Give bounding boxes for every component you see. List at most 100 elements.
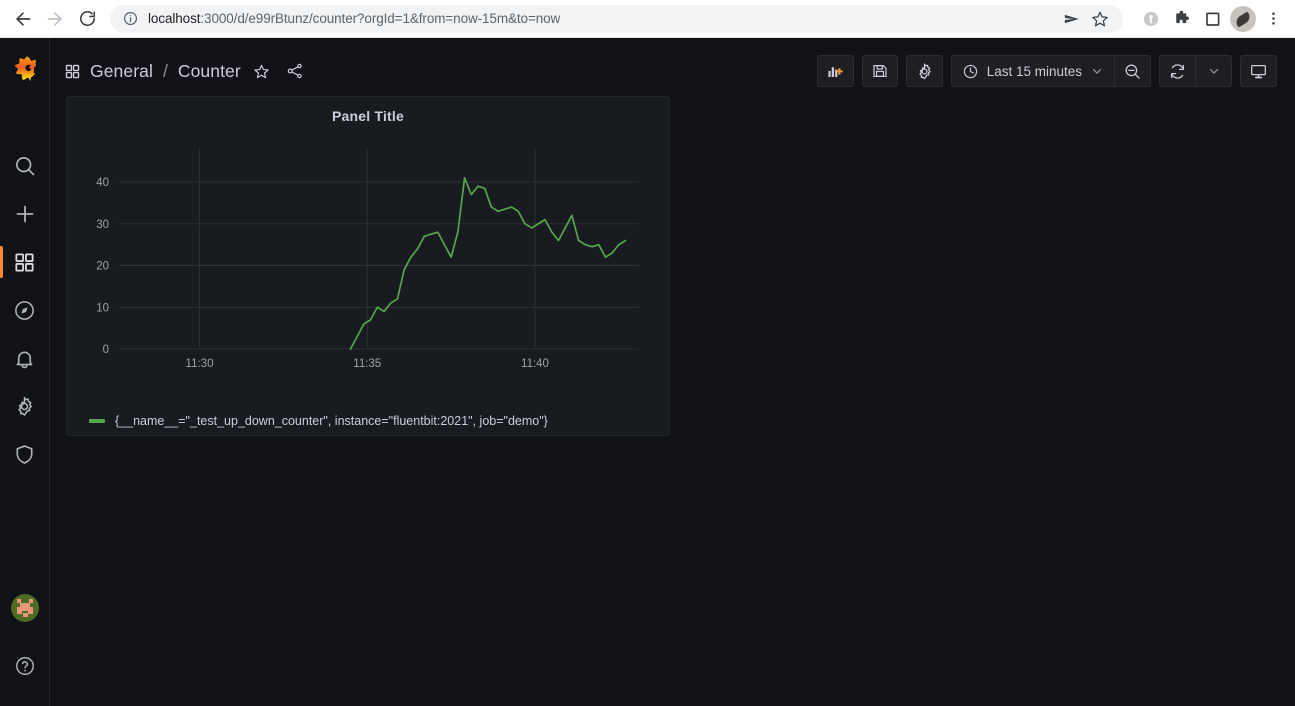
arrow-left-icon (16, 11, 31, 26)
chevron-down-glyph (1209, 68, 1218, 74)
save-floppy-icon (873, 65, 887, 78)
save-dashboard-button[interactable] (861, 55, 898, 87)
help-circle-icon (15, 657, 34, 675)
clock-glyph (963, 64, 977, 78)
x-axis-tick-labels: 11:30 11:35 11:40 (186, 358, 549, 370)
sidebar-item-help[interactable] (0, 642, 50, 690)
x-tick-label: 11:40 (521, 358, 549, 370)
sidebar-item-search[interactable] (0, 142, 50, 190)
time-series-plot[interactable]: 0 10 20 30 40 11:30 11:35 11:40 (67, 127, 671, 385)
address-bar[interactable]: localhost:3000/d/e99rBtunz/counter?orgId… (110, 4, 1123, 33)
legend-series-label[interactable]: {__name__="_test_up_down_counter", insta… (115, 414, 548, 428)
panel-plot-area[interactable]: 0 10 20 30 40 11:30 11:35 11:40 (67, 127, 669, 407)
sidebar-nav (0, 38, 50, 706)
grafana-logo-icon (14, 56, 36, 82)
url-host: localhost (148, 11, 201, 26)
search-icon (15, 157, 34, 176)
time-range-label: Last 15 minutes (986, 63, 1082, 79)
breadcrumb-folder[interactable]: General (90, 61, 153, 82)
site-info-icon[interactable] (120, 9, 140, 29)
share-dashboard-button[interactable] (283, 59, 307, 83)
y-axis-tick-labels: 0 10 20 30 40 (96, 177, 109, 356)
add-panel-button[interactable] (816, 55, 854, 87)
side-panel-button[interactable] (1199, 5, 1227, 33)
panel-legend[interactable]: {__name__="_test_up_down_counter", insta… (67, 407, 669, 435)
zoom-out-time-button[interactable] (1115, 55, 1151, 87)
extensions-button[interactable] (1168, 5, 1196, 33)
three-dot-menu-icon (1271, 12, 1275, 25)
star-outline-icon (254, 64, 269, 78)
side-panel-icon (1206, 12, 1220, 26)
legend-color-swatch (89, 419, 105, 423)
dashboard-canvas: Panel Title 0 10 20 30 40 11:30 11:35 11:40 {_… (50, 96, 1295, 706)
y-tick-label: 40 (96, 177, 109, 189)
user-avatar[interactable] (10, 594, 39, 622)
dashboard-toolbar: General / Counter Last 15 minutes (50, 46, 1295, 96)
compass-icon (15, 300, 34, 320)
apps-grid-icon (64, 63, 81, 80)
x-tick-label: 11:30 (186, 358, 214, 370)
arrow-right-icon (47, 11, 62, 26)
sidebar-item-dashboards[interactable] (0, 238, 50, 286)
send-icon (1064, 14, 1079, 23)
account-avatar[interactable] (1230, 5, 1256, 32)
favorite-dashboard-button[interactable] (250, 59, 274, 83)
time-range-picker[interactable]: Last 15 minutes (950, 55, 1115, 87)
browser-menu-button[interactable] (1259, 5, 1287, 33)
browser-reload-button[interactable] (72, 4, 102, 34)
browser-back-button[interactable] (8, 4, 38, 34)
browser-toolbar: localhost:3000/d/e99rBtunz/counter?orgId… (0, 0, 1295, 38)
chevron-down-glyph (1092, 68, 1102, 74)
share-nodes-icon (287, 63, 302, 79)
dashboard-settings-button[interactable] (905, 55, 943, 87)
sidebar-item-alerting[interactable] (0, 334, 50, 382)
y-tick-label: 10 (96, 302, 109, 314)
grafana-app: General / Counter Last 15 minutes Panel … (0, 38, 1295, 706)
plus-icon (16, 205, 33, 223)
sidebar-item-create[interactable] (0, 190, 50, 238)
info-circle-icon (123, 11, 137, 26)
address-bar-url: localhost:3000/d/e99rBtunz/counter?orgId… (148, 11, 1053, 26)
omnibox-actions (1059, 6, 1113, 32)
y-tick-label: 30 (96, 219, 109, 231)
apps-grid-icon (15, 252, 34, 272)
browser-forward-button[interactable] (40, 4, 70, 34)
sidebar-item-explore[interactable] (0, 286, 50, 334)
refresh-dashboard-button[interactable] (1159, 55, 1196, 87)
reload-icon (79, 11, 95, 27)
kiosk-mode-button[interactable] (1240, 55, 1277, 87)
gear-icon (919, 62, 931, 79)
share-page-button[interactable] (1059, 6, 1085, 32)
sidebar-item-server-admin[interactable] (0, 430, 50, 478)
y-tick-label: 0 (103, 344, 109, 356)
url-path: :3000/d/e99rBtunz/counter?orgId=1&from=n… (200, 11, 561, 26)
x-tick-label: 11:35 (353, 358, 381, 370)
refresh-interval-picker[interactable] (1196, 55, 1232, 87)
panel-header[interactable]: Panel Title (67, 97, 669, 127)
monitor-icon (1251, 64, 1266, 78)
shield-icon (16, 444, 33, 464)
sidebar-item-configuration[interactable] (0, 382, 50, 430)
chevron-down-icon[interactable] (1090, 64, 1104, 78)
profile-circle-button[interactable] (1137, 5, 1165, 33)
star-icon (1092, 11, 1108, 26)
add-panel-icon (828, 67, 843, 77)
breadcrumb-dashboard[interactable]: Counter (178, 61, 241, 82)
sidebar-item-home[interactable] (0, 44, 50, 94)
refresh-group (1159, 55, 1232, 87)
series-line (349, 177, 627, 350)
plot-gridlines (119, 149, 639, 350)
apps-grid-glyph (65, 64, 80, 78)
bookmark-button[interactable] (1087, 6, 1113, 32)
graph-panel[interactable]: Panel Title 0 10 20 30 40 11:30 11:35 11:40 {_… (66, 96, 670, 436)
dashboard-main: General / Counter Last 15 minutes Panel … (50, 38, 1295, 706)
y-tick-label: 20 (96, 261, 109, 273)
zoom-out-icon (1125, 64, 1140, 79)
gear-icon (18, 396, 32, 416)
panel-title: Panel Title (332, 108, 404, 124)
extensions-puzzle-icon (1175, 10, 1189, 24)
chevron-down-icon (1207, 64, 1221, 78)
time-range-group: Last 15 minutes (950, 55, 1151, 87)
profile-circle-icon (1143, 11, 1159, 26)
breadcrumb-separator: / (162, 60, 168, 81)
